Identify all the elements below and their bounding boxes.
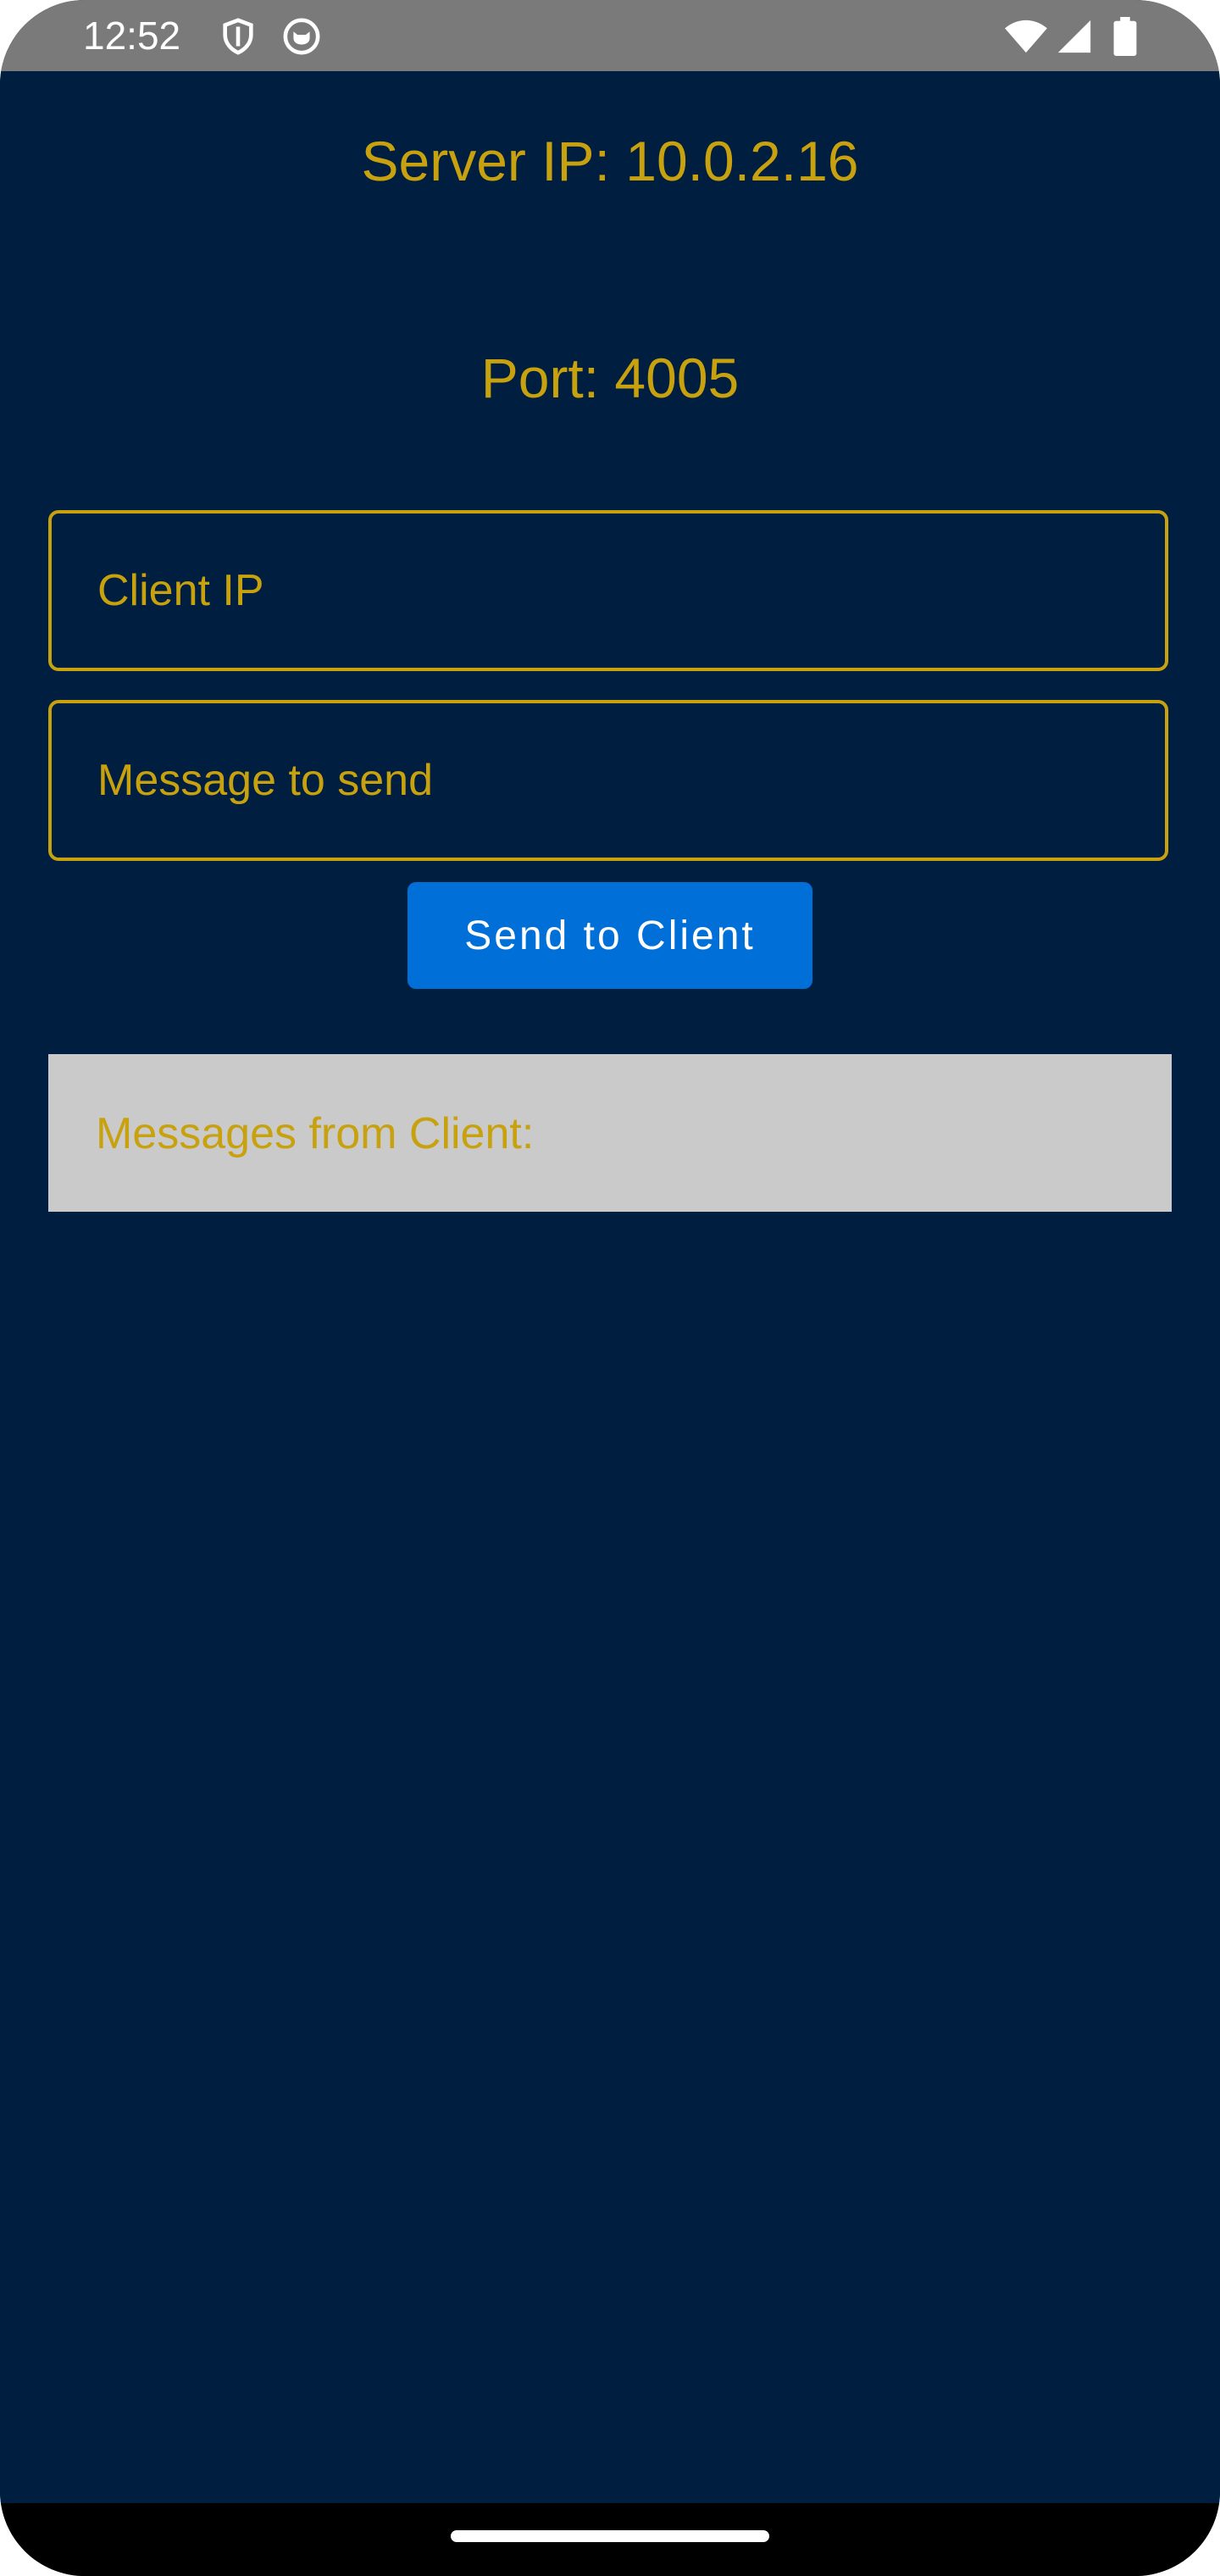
- server-ip-label: Server IP: 10.0.2.16: [361, 130, 859, 192]
- send-to-client-button[interactable]: Send to Client: [408, 882, 812, 989]
- port-label: Port: 4005: [480, 347, 740, 409]
- status-time: 12:52: [83, 14, 181, 58]
- cell-signal-icon: [1057, 19, 1091, 53]
- status-bar: 12:52: [0, 0, 1220, 71]
- client-ip-input[interactable]: [48, 510, 1168, 671]
- battery-icon: [1113, 17, 1137, 56]
- message-input[interactable]: [48, 700, 1168, 861]
- cat-face-icon: [283, 18, 320, 55]
- app-content: Server IP: 10.0.2.16 Port: 4005 Send to …: [0, 71, 1220, 2503]
- shield-icon: [223, 18, 253, 55]
- phone-screen: 12:52 Server IP: 10.0.2.16 Port: 4005 Se…: [0, 0, 1220, 2576]
- home-indicator[interactable]: [451, 2530, 769, 2542]
- messages-panel: Messages from Client:: [48, 1054, 1172, 1212]
- messages-from-client-label: Messages from Client:: [96, 1109, 535, 1158]
- wifi-icon: [1005, 19, 1047, 53]
- navigation-bar: [0, 2503, 1220, 2576]
